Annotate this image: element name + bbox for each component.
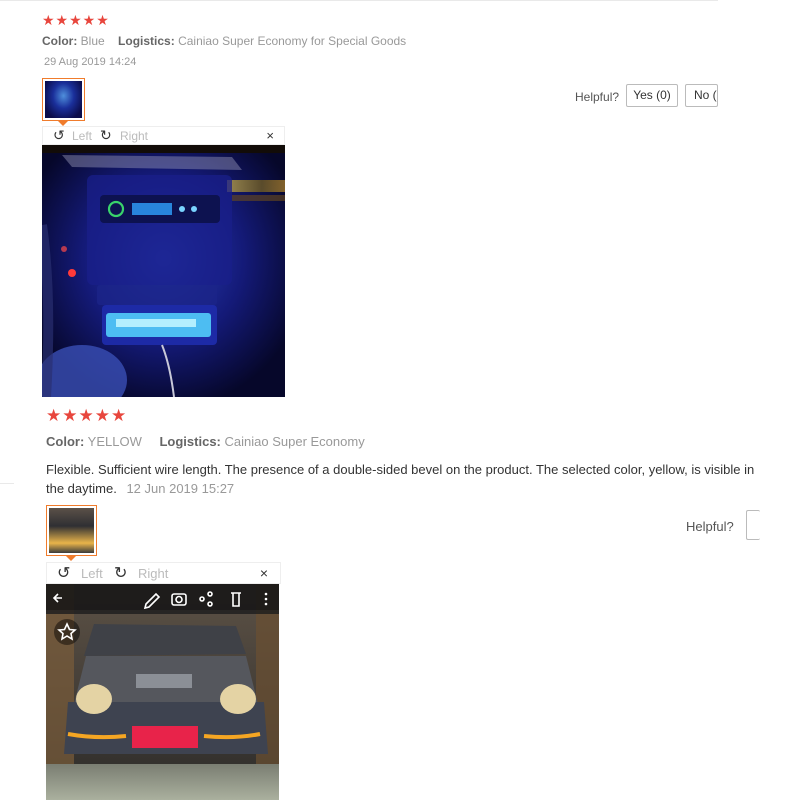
- rotate-right-icon[interactable]: ↻: [114, 563, 127, 583]
- review-photo-thumbnail[interactable]: [42, 78, 85, 121]
- helpful-label: Helpful?: [575, 90, 620, 104]
- rotate-left-button[interactable]: Left: [72, 129, 92, 143]
- color-label: Color:: [46, 434, 85, 449]
- close-icon[interactable]: ×: [260, 565, 268, 581]
- logistics-label: Logistics:: [159, 434, 221, 449]
- thumbnail-image: [49, 508, 94, 553]
- logistics-value: Cainiao Super Economy: [224, 434, 365, 449]
- review-photo-large: [46, 584, 279, 800]
- rating-stars: ★★★★★: [46, 406, 128, 425]
- rotate-left-icon[interactable]: ↺: [57, 563, 70, 583]
- more-icon[interactable]: [264, 592, 268, 596]
- review-date: 12 Jun 2019 15:27: [126, 481, 235, 496]
- logistics-label: Logistics:: [118, 34, 175, 48]
- color-label: Color:: [42, 34, 78, 48]
- selected-caret: [66, 556, 76, 561]
- helpful-label: Helpful?: [686, 519, 734, 534]
- review-meta: Color: Blue Logistics: Cainiao Super Eco…: [42, 34, 416, 48]
- close-icon[interactable]: ×: [266, 128, 274, 143]
- review-photo-thumbnail[interactable]: [46, 505, 97, 556]
- rotate-right-button[interactable]: Right: [120, 129, 148, 143]
- divider: [0, 483, 14, 484]
- rotate-left-icon[interactable]: ↺: [53, 127, 65, 144]
- helpful-yes-button[interactable]: [746, 510, 760, 540]
- helpful-no-button[interactable]: No (0: [685, 84, 718, 107]
- rating-stars: ★★★★★: [42, 12, 110, 28]
- color-value: Blue: [80, 34, 105, 48]
- thumbnail-image: [45, 81, 82, 118]
- more-icon[interactable]: [264, 602, 268, 606]
- divider: [0, 0, 718, 1]
- color-value: YELLOW: [87, 434, 142, 449]
- helpful-yes-button[interactable]: Yes (0): [626, 84, 678, 107]
- rotate-right-icon[interactable]: ↻: [100, 127, 112, 144]
- image-viewer-toolbar: ↺ Left ↻ Right ×: [46, 562, 281, 584]
- rotate-left-button[interactable]: Left: [81, 566, 103, 581]
- review-meta: Color: YELLOW Logistics: Cainiao Super E…: [46, 434, 379, 449]
- more-icon[interactable]: [264, 597, 268, 601]
- image-viewer-toolbar: ↺ Left ↻ Right ×: [42, 126, 285, 145]
- rotate-right-button[interactable]: Right: [138, 566, 168, 581]
- review-list-page: ★★★★★ Color: Blue Logistics: Cainiao Sup…: [0, 0, 800, 800]
- car-dashboard-photo: [42, 145, 285, 397]
- car-front-photo: [46, 584, 279, 800]
- review-date: 29 Aug 2019 14:24: [44, 56, 137, 68]
- review-photo-large: [42, 145, 285, 397]
- review-text: Flexible. Sufficient wire length. The pr…: [46, 460, 758, 498]
- logistics-value: Cainiao Super Economy for Special Goods: [178, 34, 407, 48]
